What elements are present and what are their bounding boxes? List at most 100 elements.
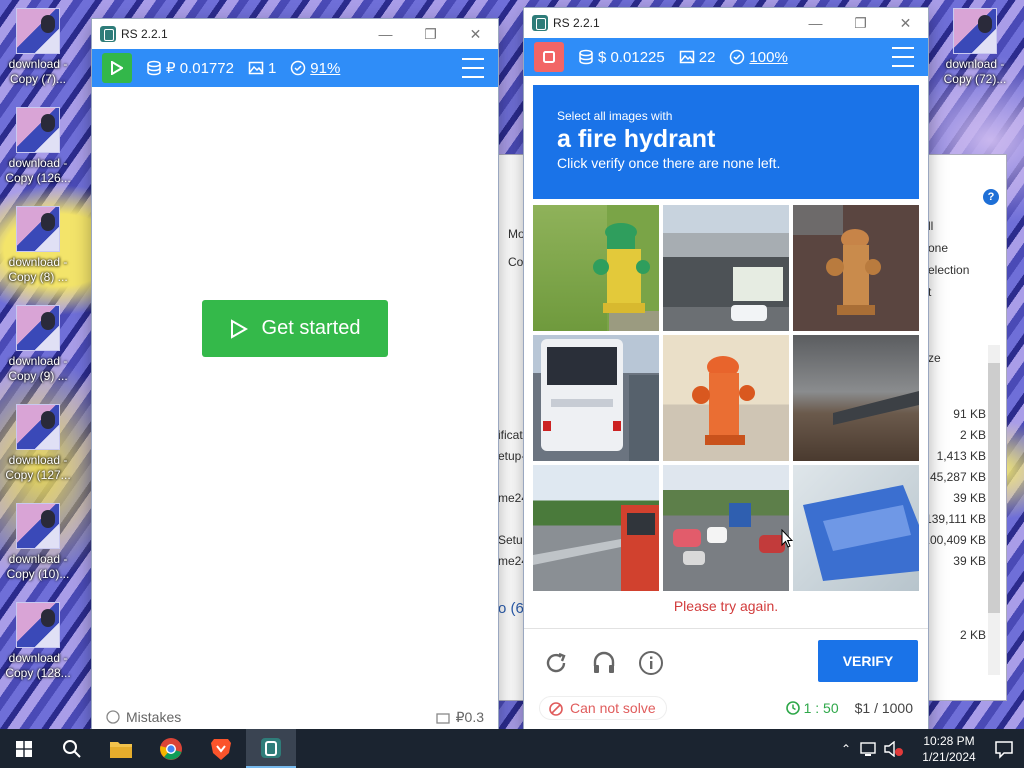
close-button[interactable]: ✕	[883, 8, 928, 38]
captcha-tile-6[interactable]	[793, 335, 919, 461]
captcha-tile-9[interactable]	[793, 465, 919, 591]
desktop-icon[interactable]: download - Copy (8) ...	[0, 206, 76, 285]
desktop-icon[interactable]: download - Copy (128...	[0, 602, 76, 681]
explorer-menu-item[interactable]: Mo	[508, 227, 525, 241]
folder-icon	[110, 741, 132, 758]
status-strip: Can not solve 1 : 50 $1 / 1000	[524, 694, 928, 724]
app-icon	[100, 26, 116, 42]
chrome-icon	[160, 737, 182, 760]
fire-hydrant-image	[593, 205, 659, 331]
balance-item: $ 0.01225	[578, 49, 665, 66]
captcha-tile-7[interactable]	[533, 465, 659, 591]
verify-button[interactable]: VERIFY	[818, 640, 918, 682]
cant-solve-button[interactable]: Can not solve	[539, 696, 667, 720]
path-fragment: o (6	[498, 600, 524, 617]
captcha-tile-5[interactable]	[663, 335, 789, 461]
taskbar-brave[interactable]	[196, 729, 246, 768]
captcha-tile-8[interactable]	[663, 465, 789, 591]
file-thumbnail-icon	[953, 8, 997, 54]
check-circle-icon	[730, 49, 745, 65]
accuracy-item[interactable]: 91%	[290, 60, 340, 77]
desktop-icon-label: download - Copy (72)...	[943, 57, 1007, 86]
volume-muted-icon[interactable]	[884, 740, 904, 757]
captcha-tile-2[interactable]	[663, 205, 789, 331]
size-column-header[interactable]: ze	[928, 351, 941, 365]
get-started-button[interactable]: Get started	[202, 300, 388, 357]
desktop-icon-label: download - Copy (126...	[5, 156, 71, 185]
info-icon[interactable]	[638, 650, 664, 676]
minimize-button[interactable]: —	[363, 19, 408, 49]
system-tray: ⌃ 10:28 PM 1/21/2024	[836, 729, 1024, 768]
window-title: RS 2.2.1	[121, 27, 168, 41]
timer-value: 1 : 50	[803, 700, 839, 716]
traffic-image	[673, 503, 785, 565]
mouse-cursor-icon	[781, 529, 793, 548]
ribbon-item[interactable]: ll	[928, 219, 933, 233]
captcha-image-grid	[533, 205, 919, 591]
desktop-icon[interactable]: download - Copy (126...	[0, 107, 76, 186]
clock[interactable]: 10:28 PM 1/21/2024	[916, 733, 982, 765]
file-thumbnail-icon	[16, 602, 60, 648]
menu-icon[interactable]	[892, 47, 914, 67]
audio-headphones-icon[interactable]	[591, 650, 617, 676]
captcha-tile-1[interactable]	[533, 205, 659, 331]
file-size: 91 KB	[953, 407, 986, 421]
network-icon[interactable]	[860, 741, 878, 757]
explorer-menu-item[interactable]: Co	[508, 255, 523, 269]
restore-button[interactable]: ❐	[838, 8, 883, 38]
menu-icon[interactable]	[462, 58, 484, 78]
prompt-target: a fire hydrant	[557, 125, 716, 153]
orange-hydrant-image	[692, 356, 755, 445]
error-message: Please try again.	[673, 598, 779, 614]
images-count: 22	[698, 48, 716, 66]
window-title: RS 2.2.1	[553, 16, 600, 30]
title-bar[interactable]: RS 2.2.1 — ❐ ✕	[524, 8, 928, 38]
file-thumbnail-icon	[16, 8, 60, 54]
truck-road-image	[533, 505, 659, 591]
captcha-tile-3[interactable]	[793, 205, 919, 331]
file-thumbnail-icon	[16, 404, 60, 450]
images-count: 1	[267, 59, 277, 77]
minimize-button[interactable]: —	[793, 8, 838, 38]
chevron-up-icon[interactable]: ⌃	[836, 742, 856, 756]
taskbar-chrome[interactable]	[146, 729, 196, 768]
rs-window-left: RS 2.2.1 — ❐ ✕ ₽ 0.01772 1 91% Get start…	[92, 19, 498, 729]
taskbar-file-explorer[interactable]	[96, 729, 146, 768]
taskbar-rs-app[interactable]	[246, 729, 296, 768]
accuracy-value: 100%	[749, 48, 788, 66]
close-button[interactable]: ✕	[453, 19, 498, 49]
images-item: 22	[679, 48, 716, 66]
title-bar[interactable]: RS 2.2.1 — ❐ ✕	[92, 19, 498, 49]
check-circle-icon	[291, 60, 306, 76]
file-size: 39 KB	[953, 491, 986, 505]
balance-item: ₽ 0.01772	[146, 59, 234, 77]
file-thumbnail-icon	[16, 206, 60, 252]
scrollbar[interactable]	[988, 345, 1000, 675]
app-icon	[532, 15, 548, 31]
desktop-icon[interactable]: download - Copy (127...	[0, 404, 76, 483]
notification-icon[interactable]	[994, 739, 1014, 759]
desktop-icon[interactable]: download - Copy (72)...	[937, 8, 1013, 87]
desktop-icon[interactable]: download - Copy (9) ...	[0, 305, 76, 384]
rate-value: $1 / 1000	[854, 700, 913, 716]
clock-time: 10:28 PM	[923, 733, 975, 748]
restore-button[interactable]: ❐	[408, 19, 453, 49]
rs-app-icon	[261, 737, 281, 758]
rusty-hydrant-image	[793, 205, 919, 331]
captcha-tile-4[interactable]	[533, 335, 659, 461]
play-icon	[230, 318, 248, 339]
desktop-icon[interactable]: download - Copy (7)...	[0, 8, 76, 87]
ribbon-item[interactable]: t	[928, 285, 931, 299]
search-button[interactable]	[48, 729, 96, 768]
ribbon-item[interactable]: one	[928, 241, 948, 255]
file-thumbnail-icon	[16, 107, 60, 153]
accuracy-item[interactable]: 100%	[729, 48, 788, 66]
start-button[interactable]	[0, 729, 48, 768]
start-button[interactable]	[102, 53, 132, 83]
help-icon[interactable]: ?	[983, 189, 999, 205]
cant-solve-label: Can not solve	[570, 700, 656, 716]
refresh-icon[interactable]	[543, 650, 569, 676]
desktop-icon[interactable]: download - Copy (10)...	[0, 503, 76, 582]
stop-button[interactable]	[534, 42, 564, 72]
ribbon-item[interactable]: election	[928, 263, 969, 277]
